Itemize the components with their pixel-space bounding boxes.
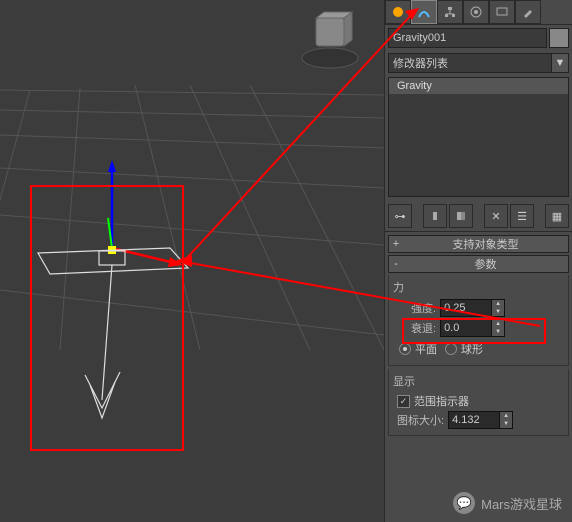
viewport-3d[interactable] <box>0 0 384 522</box>
force-group-label: 力 <box>393 279 564 295</box>
modifier-stack-item[interactable]: Gravity <box>389 78 568 94</box>
grid <box>0 85 384 350</box>
show-end-result-icon[interactable] <box>423 204 447 228</box>
gravity-space-warp-icon[interactable] <box>38 248 188 418</box>
chevron-down-icon: ▼ <box>551 54 568 72</box>
modifier-stack[interactable]: Gravity <box>388 77 569 197</box>
rollup-title: 支持对象类型 <box>403 236 568 252</box>
strength-value[interactable]: 0.25 <box>441 302 491 314</box>
command-panel: 修改器列表 ▼ Gravity ⊶ ✕ ☰ ▦ + 支持对象类型 - 参数 力 … <box>384 0 572 522</box>
wechat-icon: 💬 <box>453 492 475 514</box>
icon-size-spinner[interactable]: 4.132 ▲▼ <box>448 411 513 429</box>
command-panel-tabs <box>385 0 572 25</box>
parameters-rollup-body: 力 强度: 0.25 ▲▼ 衰退: 0.0 ▲▼ 平面 球形 <box>388 275 569 366</box>
display-tab-icon[interactable] <box>489 0 515 24</box>
modifier-stack-toolbar: ⊶ ✕ ☰ ▦ <box>385 201 572 232</box>
make-unique-icon[interactable] <box>449 204 473 228</box>
rollup-support-types[interactable]: + 支持对象类型 <box>388 235 569 253</box>
modifier-sets-icon[interactable]: ▦ <box>545 204 569 228</box>
range-indicator-checkbox[interactable]: ✓ <box>397 395 410 408</box>
sphere-radio-label: 球形 <box>461 341 483 357</box>
watermark: 💬 Mars游戏星球 <box>453 492 562 514</box>
modifier-list-dropdown[interactable]: 修改器列表 ▼ <box>388 53 569 73</box>
spinner-buttons[interactable]: ▲▼ <box>491 320 504 336</box>
remove-modifier-icon[interactable]: ✕ <box>484 204 508 228</box>
pin-stack-icon[interactable]: ⊶ <box>388 204 412 228</box>
range-indicator-label: 范围指示器 <box>414 393 469 409</box>
view-cube-icon[interactable] <box>302 12 358 68</box>
utilities-tab-icon[interactable] <box>515 0 541 24</box>
rollup-parameters[interactable]: - 参数 <box>388 255 569 273</box>
display-rollup-body: 显示 ✓ 范围指示器 图标大小: 4.132 ▲▼ <box>388 369 569 436</box>
watermark-text: Mars游戏星球 <box>481 494 562 513</box>
spinner-buttons[interactable]: ▲▼ <box>491 300 504 316</box>
modify-tab-icon[interactable] <box>411 0 437 24</box>
display-group-label: 显示 <box>393 373 564 389</box>
decay-value[interactable]: 0.0 <box>441 322 491 334</box>
motion-tab-icon[interactable] <box>463 0 489 24</box>
sphere-radio[interactable] <box>445 343 457 355</box>
create-tab-icon[interactable] <box>385 0 411 24</box>
spinner-buttons[interactable]: ▲▼ <box>499 412 512 428</box>
hierarchy-tab-icon[interactable] <box>437 0 463 24</box>
object-color-swatch[interactable] <box>549 28 569 48</box>
decay-spinner[interactable]: 0.0 ▲▼ <box>440 319 505 337</box>
icon-size-value[interactable]: 4.132 <box>449 414 499 426</box>
configure-sets-icon[interactable]: ☰ <box>510 204 534 228</box>
modifier-list-label: 修改器列表 <box>389 55 551 71</box>
plane-radio[interactable] <box>399 343 411 355</box>
object-name-field[interactable] <box>388 28 547 48</box>
strength-label: 强度: <box>411 300 436 316</box>
strength-spinner[interactable]: 0.25 ▲▼ <box>440 299 505 317</box>
rollup-title: 参数 <box>403 256 568 272</box>
rollup-toggle-icon: - <box>389 258 403 270</box>
plane-radio-label: 平面 <box>415 341 437 357</box>
rollup-toggle-icon: + <box>389 238 403 250</box>
icon-size-label: 图标大小: <box>397 412 444 428</box>
decay-label: 衰退: <box>411 320 436 336</box>
